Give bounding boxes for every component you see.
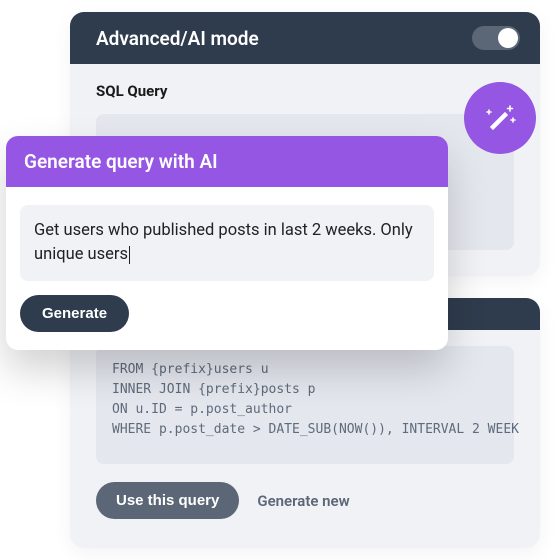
sql-query-label: SQL Query	[96, 82, 514, 100]
text-cursor	[129, 246, 130, 264]
panel-header: Advanced/AI mode	[70, 12, 540, 64]
ai-popup-title: Generate query with AI	[6, 136, 448, 187]
result-panel-body: FROM {prefix}users u INNER JOIN {prefix}…	[70, 330, 540, 535]
panel-title: Advanced/AI mode	[96, 27, 259, 50]
mode-toggle[interactable]	[472, 26, 520, 50]
magic-wand-icon	[480, 98, 520, 138]
ai-generate-popup: Generate query with AI Get users who pub…	[6, 136, 448, 350]
use-query-button[interactable]: Use this query	[96, 482, 239, 519]
ai-magic-button[interactable]	[464, 82, 536, 154]
generate-button[interactable]: Generate	[20, 295, 129, 332]
ai-prompt-text: Get users who published posts in last 2 …	[34, 221, 413, 264]
generate-new-link[interactable]: Generate new	[257, 492, 349, 510]
generated-sql-code[interactable]: FROM {prefix}users u INNER JOIN {prefix}…	[96, 346, 514, 464]
ai-popup-body: Get users who published posts in last 2 …	[6, 187, 448, 350]
ai-prompt-input[interactable]: Get users who published posts in last 2 …	[20, 205, 434, 281]
result-actions: Use this query Generate new	[96, 482, 514, 519]
